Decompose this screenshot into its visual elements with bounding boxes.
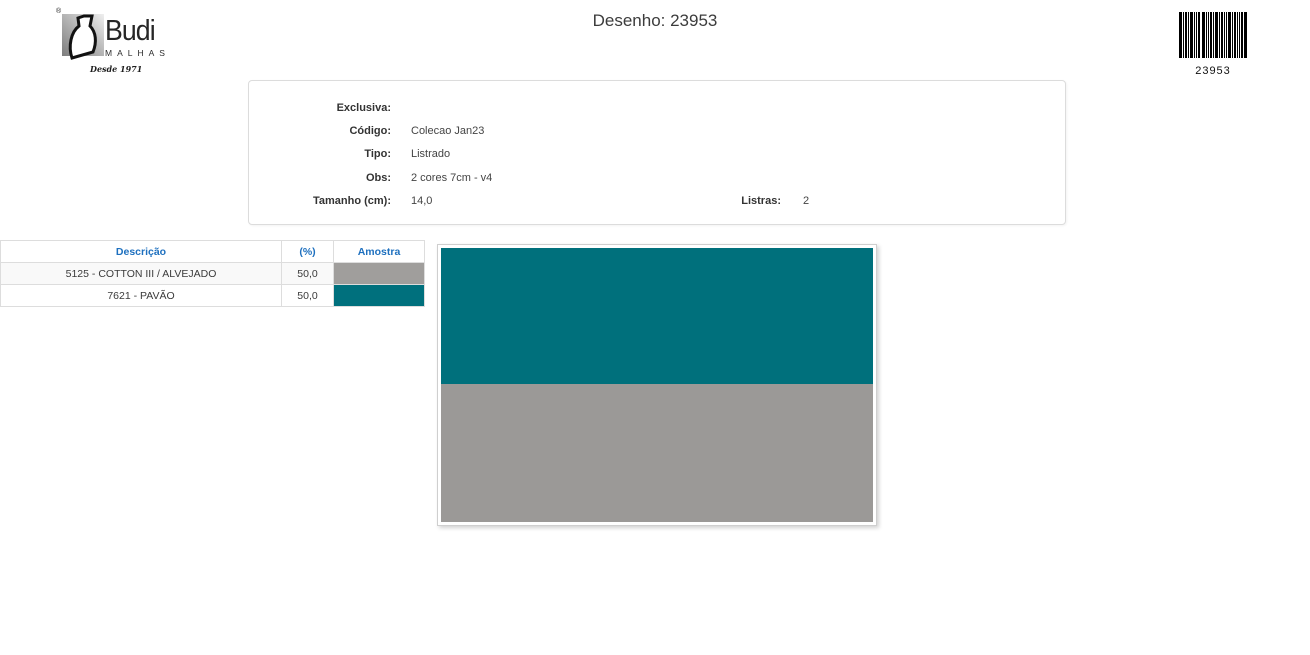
color-swatch: [334, 285, 424, 306]
tipo-value: Listrado: [411, 148, 451, 161]
info-row-tipo: Tipo: Listrado: [249, 143, 1065, 166]
info-row-obs: Obs: 2 cores 7cm - v4: [249, 166, 1065, 189]
obs-value: 2 cores 7cm - v4: [411, 171, 493, 184]
table-header-row: Descrição (%) Amostra: [1, 241, 425, 263]
header-descricao: Descrição: [1, 241, 282, 263]
stripe-alvejado: [441, 383, 873, 522]
barcode-icon: [1179, 12, 1247, 58]
table-row: 5125 - COTTON III / ALVEJADO 50,0: [1, 263, 425, 285]
tamanho-label: Tamanho (cm):: [312, 195, 391, 208]
barcode: 23953: [1179, 12, 1247, 77]
info-row-tamanho-listras: Tamanho (cm): 14,0 Listras: 2: [249, 190, 1065, 213]
page-title: Desenho: 23953: [592, 11, 718, 30]
color-swatch: [334, 263, 424, 284]
tipo-label: Tipo:: [364, 148, 391, 161]
stripe-preview: [437, 244, 877, 526]
info-row-exclusiva: Exclusiva:: [249, 96, 1065, 119]
obs-label: Obs:: [365, 171, 391, 184]
stripe-pavao: [441, 248, 873, 384]
header-percent: (%): [282, 241, 334, 263]
tamanho-value: 14,0: [411, 195, 433, 208]
table-row: 7621 - PAVÃO 50,0: [1, 285, 425, 307]
codigo-label: Código:: [349, 125, 391, 138]
info-row-codigo: Código: Colecao Jan23: [249, 119, 1065, 142]
logo-subtitle: MALHAS: [105, 48, 170, 58]
percent-cell: 50,0: [282, 285, 334, 307]
exclusiva-label: Exclusiva:: [336, 101, 391, 114]
descricao-cell: 5125 - COTTON III / ALVEJADO: [1, 263, 282, 285]
design-info-panel: Exclusiva: Código: Colecao Jan23 Tipo: L…: [248, 80, 1066, 225]
composition-table: Descrição (%) Amostra 5125 - COTTON III …: [0, 240, 425, 307]
descricao-cell: 7621 - PAVÃO: [1, 285, 282, 307]
codigo-value: Colecao Jan23: [411, 125, 485, 138]
listras-value: 2: [803, 195, 810, 208]
barcode-value: 23953: [1195, 65, 1231, 77]
header-amostra: Amostra: [334, 241, 425, 263]
logo-tagline: Desde 1971: [90, 64, 143, 74]
listras-label: Listras:: [741, 195, 781, 208]
percent-cell: 50,0: [282, 263, 334, 285]
